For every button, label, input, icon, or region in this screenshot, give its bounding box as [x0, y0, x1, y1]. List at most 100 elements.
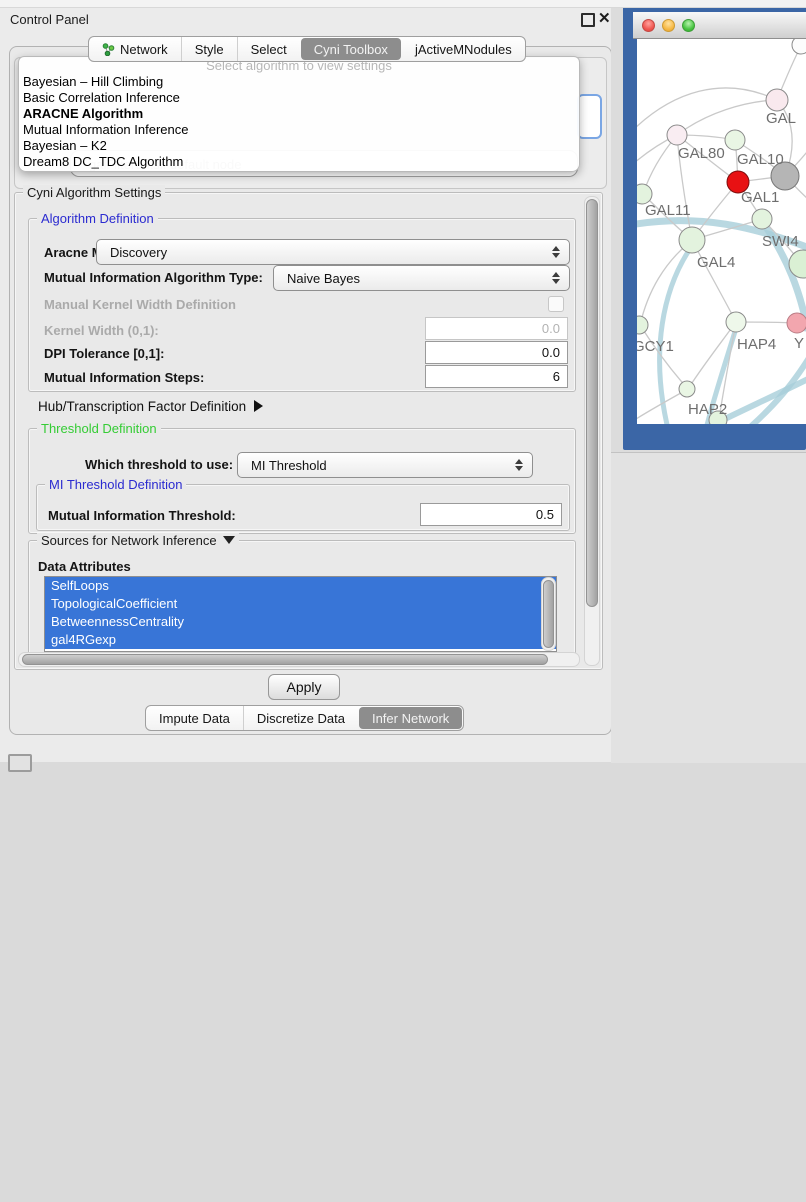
stepper-arrows-icon — [552, 272, 560, 284]
top-strip — [0, 0, 806, 8]
node-label-gal: GAL — [766, 110, 796, 127]
network-node[interactable] — [667, 125, 687, 145]
mi-algorithm-type-label: Mutual Information Algorithm Type: — [44, 270, 263, 285]
network-node[interactable] — [792, 39, 806, 54]
network-tab-icon — [102, 43, 115, 56]
network-edge[interactable] — [640, 325, 688, 389]
kernel-width-field[interactable]: 0.0 — [425, 317, 568, 340]
which-threshold-select[interactable]: MI Threshold — [237, 452, 533, 478]
zoom-traffic-light-icon[interactable] — [682, 19, 695, 32]
mi-algorithm-type-select[interactable]: Naive Bayes — [273, 265, 570, 291]
network-node[interactable] — [637, 184, 652, 204]
node-label-y: Y — [794, 335, 804, 352]
threshold-definition-title: Threshold Definition — [37, 421, 161, 436]
tab-jactivemnodules[interactable]: jActiveMNodules — [402, 37, 525, 61]
float-window-icon[interactable] — [581, 13, 595, 27]
algorithm-option-aracne-algorithm[interactable]: ARACNE Algorithm — [19, 106, 579, 122]
hub-definition-toggle[interactable]: Hub/Transcription Factor Definition — [38, 399, 263, 414]
network-edge[interactable] — [692, 240, 736, 322]
stepper-arrows-icon — [515, 459, 523, 471]
network-node[interactable] — [726, 312, 746, 332]
algorithm-option-dream8-dc-tdc-algorithm[interactable]: Dream8 DC_TDC Algorithm — [19, 154, 579, 170]
settings-vertical-scrollbar[interactable] — [584, 196, 600, 666]
close-traffic-light-icon[interactable] — [642, 19, 655, 32]
data-attributes-label: Data Attributes — [38, 559, 131, 574]
tab-label: Impute Data — [159, 711, 230, 726]
network-edge[interactable] — [637, 88, 777, 129]
network-canvas[interactable]: GALGAL80GAL10GAL1GAL11GAL4SWI4GCY1HAP4YH… — [637, 39, 806, 424]
tab-label: jActiveMNodules — [415, 42, 512, 57]
algorithm-option-mutual-information-inference[interactable]: Mutual Information Inference — [19, 122, 579, 138]
sources-title-row[interactable]: Sources for Network Inference — [37, 533, 239, 548]
table-panel: Table Panel ⚙ ✓✓ shared... name YDL19...… — [611, 452, 806, 763]
aracne-mode-value: Discovery — [110, 245, 167, 260]
node-label-gal1: GAL1 — [741, 189, 779, 206]
control-panel: Control Panel ✕ galFiltered.sif default … — [0, 0, 611, 762]
network-node[interactable] — [679, 381, 695, 397]
sources-title: Sources for Network Inference — [41, 533, 217, 548]
node-label-gcy1: GCY1 — [637, 338, 674, 355]
node-label-hap2: HAP2 — [688, 401, 727, 418]
collapse-arrow-icon — [223, 536, 235, 544]
algorithm-option-basic-correlation-inference[interactable]: Basic Correlation Inference — [19, 90, 579, 106]
tab-label: Network — [120, 42, 168, 57]
mi-steps-label: Mutual Information Steps: — [44, 370, 204, 385]
node-label-gal4: GAL4 — [697, 254, 735, 271]
network-edge[interactable] — [677, 100, 777, 135]
expand-arrow-icon — [254, 400, 263, 412]
dpi-tolerance-field[interactable]: 0.0 — [425, 341, 568, 364]
attribute-item-selfloops[interactable]: SelfLoops — [45, 577, 556, 595]
tab-label: Style — [195, 42, 224, 57]
settings-horizontal-scrollbar[interactable] — [18, 652, 580, 667]
network-view-window[interactable]: GALGAL80GAL10GAL1GAL11GAL4SWI4GCY1HAP4YH… — [623, 6, 806, 450]
tab-label: Discretize Data — [257, 711, 345, 726]
tab-impute-data[interactable]: Impute Data — [146, 706, 243, 730]
network-graph: GALGAL80GAL10GAL1GAL11GAL4SWI4GCY1HAP4YH… — [637, 39, 806, 424]
network-node[interactable] — [766, 89, 788, 111]
manual-kernel-checkbox[interactable] — [548, 296, 564, 312]
minimize-traffic-light-icon[interactable] — [662, 19, 675, 32]
tab-label: Cyni Toolbox — [314, 42, 388, 57]
stepper-arrows-icon — [552, 246, 560, 258]
tab-select[interactable]: Select — [237, 37, 300, 61]
tab-label: Select — [251, 42, 287, 57]
tab-cyni-toolbox[interactable]: Cyni Toolbox — [301, 38, 401, 60]
minimized-panel-icon[interactable] — [8, 754, 32, 772]
attribute-item-topologicalcoefficient[interactable]: TopologicalCoefficient — [45, 595, 556, 613]
algorithm-option-bayesian-k2[interactable]: Bayesian – K2 — [19, 138, 579, 154]
attributes-vertical-scrollbar[interactable] — [541, 577, 556, 651]
control-panel-bottom-tabs: Impute Data Discretize Data Infer Network — [145, 705, 464, 731]
attribute-item-gal4rgexp[interactable]: gal4RGexp — [45, 631, 556, 649]
focused-control-sliver — [577, 94, 602, 139]
network-node[interactable] — [679, 227, 705, 253]
algorithm-option-bayesian-hill-climbing[interactable]: Bayesian – Hill Climbing — [19, 74, 579, 90]
tab-style[interactable]: Style — [181, 37, 237, 61]
mi-threshold-field[interactable]: 0.5 — [420, 503, 562, 526]
aracne-mode-select[interactable]: Discovery — [96, 239, 570, 265]
tab-label: Infer Network — [372, 711, 449, 726]
close-icon[interactable]: ✕ — [598, 9, 611, 27]
network-node[interactable] — [725, 130, 745, 150]
tab-network[interactable]: Network — [89, 37, 181, 61]
manual-kernel-label: Manual Kernel Width Definition — [44, 297, 236, 312]
network-node[interactable] — [637, 316, 648, 334]
hub-definition-label: Hub/Transcription Factor Definition — [38, 399, 246, 414]
algorithm-dropdown-list: Select algorithm to view settings Bayesi… — [18, 56, 580, 172]
apply-button[interactable]: Apply — [268, 674, 340, 700]
tab-infer-network[interactable]: Infer Network — [359, 707, 462, 729]
mi-algorithm-type-value: Naive Bayes — [287, 271, 360, 286]
tab-discretize-data[interactable]: Discretize Data — [243, 706, 358, 730]
mi-steps-field[interactable]: 6 — [425, 365, 568, 388]
mi-threshold-label: Mutual Information Threshold: — [48, 508, 236, 523]
which-threshold-value: MI Threshold — [251, 458, 327, 473]
mi-threshold-definition-title: MI Threshold Definition — [45, 477, 186, 492]
node-label-gal10: GAL10 — [737, 151, 784, 168]
node-label-gal80: GAL80 — [678, 145, 725, 162]
dpi-tolerance-label: DPI Tolerance [0,1]: — [44, 346, 164, 361]
network-edge[interactable] — [748, 353, 806, 424]
network-node[interactable] — [787, 313, 806, 333]
data-attributes-list: SelfLoopsTopologicalCoefficientBetweenne… — [44, 576, 557, 652]
which-threshold-label: Which threshold to use: — [85, 457, 233, 472]
network-node[interactable] — [752, 209, 772, 229]
attribute-item-betweennesscentrality[interactable]: BetweennessCentrality — [45, 613, 556, 631]
